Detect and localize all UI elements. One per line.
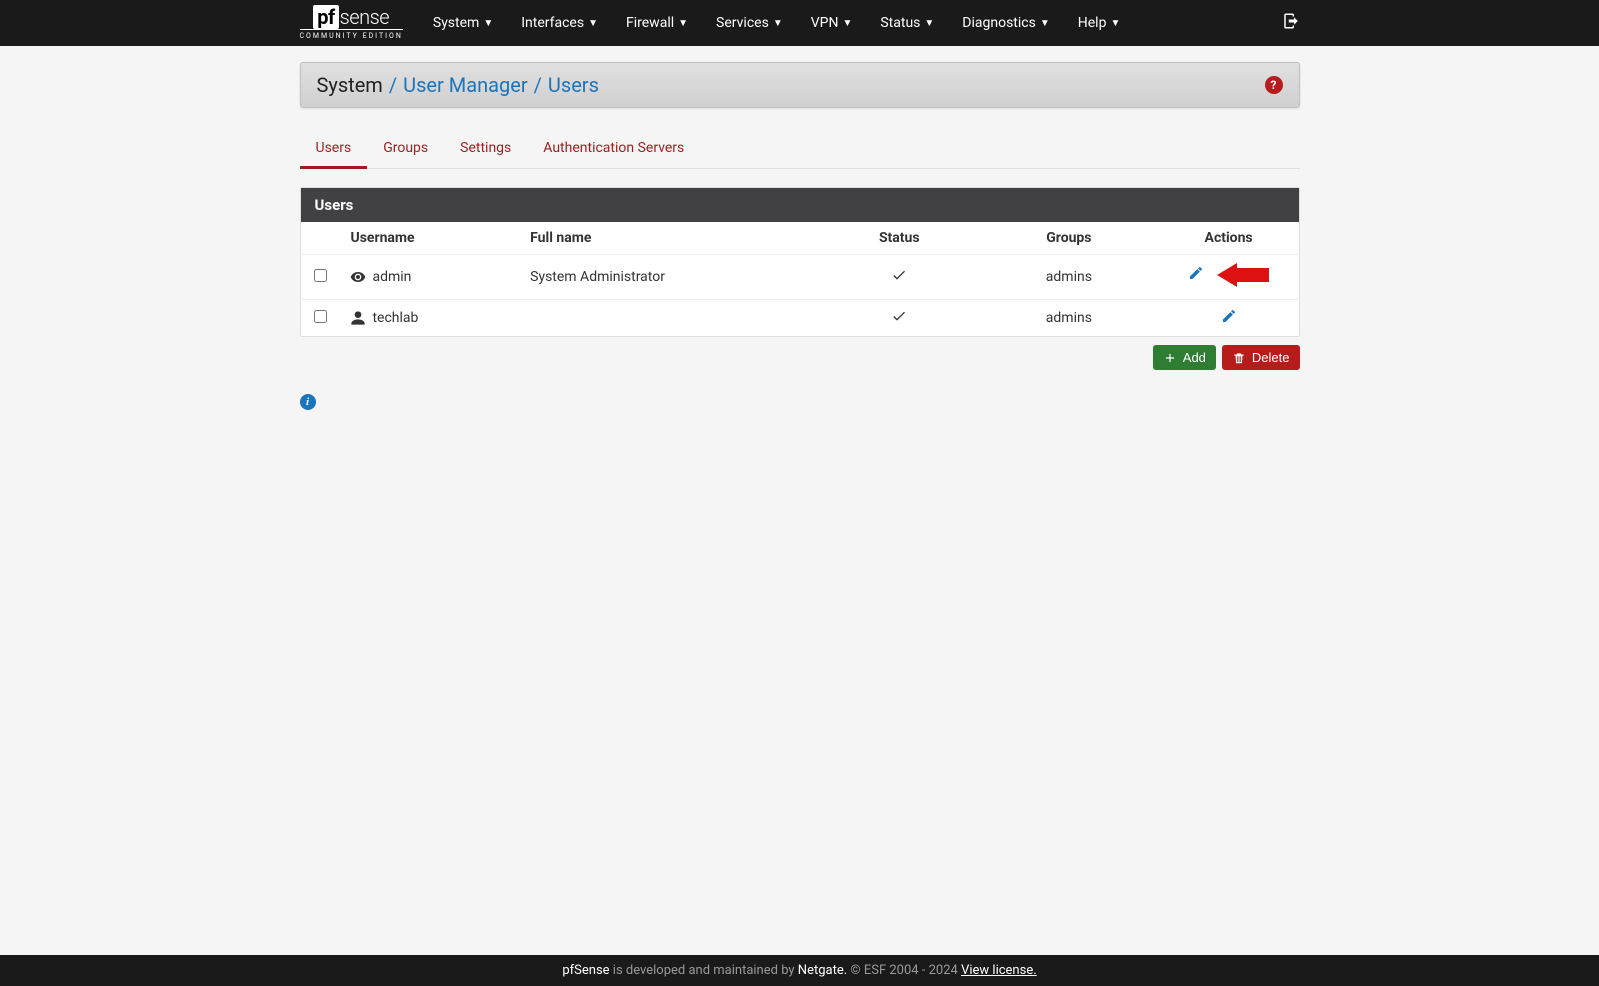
breadcrumb-users[interactable]: Users — [548, 73, 599, 97]
col-actions: Actions — [1159, 222, 1299, 255]
panel-header: Users — [301, 188, 1299, 222]
footer-brand: pfSense — [562, 963, 609, 978]
footer: pfSense is developed and maintained by N… — [0, 955, 1599, 986]
row-checkbox[interactable] — [314, 310, 327, 323]
help-icon[interactable]: ? — [1265, 76, 1283, 94]
main-container: System / User Manager / Users ? Users Gr… — [300, 46, 1300, 426]
add-label: Add — [1183, 350, 1206, 365]
username-cell: admin — [350, 269, 510, 285]
col-groups: Groups — [979, 222, 1159, 255]
table-header-row: Username Full name Status Groups Actions — [301, 222, 1299, 255]
tab-groups[interactable]: Groups — [367, 130, 444, 168]
check-icon — [891, 267, 907, 283]
edit-icon[interactable] — [1188, 265, 1204, 281]
add-button[interactable]: Add — [1153, 345, 1216, 370]
logo-brand: sense — [340, 5, 389, 29]
breadcrumb-panel: System / User Manager / Users ? — [300, 62, 1300, 108]
logo-subtitle: COMMUNITY EDITION — [300, 29, 403, 40]
nav-right — [1282, 12, 1300, 34]
breadcrumb-sep: / — [389, 73, 397, 97]
nav-item-system[interactable]: System▼ — [419, 0, 507, 46]
row-checkbox[interactable] — [314, 269, 327, 282]
edit-icon[interactable] — [1221, 308, 1237, 324]
trash-icon — [1232, 351, 1246, 365]
user-icon — [350, 310, 366, 326]
breadcrumb-sep: / — [534, 73, 542, 97]
footer-text2: © ESF 2004 - 2024 — [847, 963, 961, 978]
delete-button[interactable]: Delete — [1222, 345, 1300, 370]
breadcrumb-user-manager[interactable]: User Manager — [403, 73, 528, 97]
nav-item-services[interactable]: Services▼ — [702, 0, 797, 46]
tabs: Users Groups Settings Authentication Ser… — [300, 130, 1300, 169]
users-panel: Users Username Full name Status Groups A… — [300, 187, 1300, 337]
col-fullname: Full name — [520, 222, 819, 255]
caret-icon: ▼ — [588, 18, 598, 29]
logout-icon[interactable] — [1282, 12, 1300, 34]
logo-main: pfsense — [313, 7, 389, 27]
username-cell: techlab — [350, 310, 510, 326]
info-icon[interactable]: i — [300, 394, 316, 410]
red-arrow-annotation — [1217, 263, 1269, 291]
logo[interactable]: pfsense COMMUNITY EDITION — [300, 5, 403, 42]
footer-netgate[interactable]: Netgate. — [798, 963, 847, 978]
nav-menu: System▼ Interfaces▼ Firewall▼ Services▼ … — [419, 0, 1282, 46]
caret-icon: ▼ — [678, 18, 688, 29]
groups-cell: admins — [979, 300, 1159, 337]
breadcrumb-system[interactable]: System — [317, 73, 383, 97]
caret-icon: ▼ — [1110, 18, 1120, 29]
col-check — [301, 222, 341, 255]
tab-users[interactable]: Users — [300, 130, 368, 169]
caret-icon: ▼ — [483, 18, 493, 29]
nav-item-firewall[interactable]: Firewall▼ — [612, 0, 702, 46]
fullname-cell: System Administrator — [520, 255, 819, 300]
fullname-cell — [520, 300, 819, 337]
navbar: pfsense COMMUNITY EDITION System▼ Interf… — [0, 0, 1599, 46]
caret-icon: ▼ — [924, 18, 934, 29]
col-status: Status — [819, 222, 979, 255]
delete-label: Delete — [1252, 350, 1290, 365]
table-body: admin System Administrator admins — [301, 255, 1299, 337]
action-bar: Add Delete — [300, 345, 1300, 370]
nav-item-status[interactable]: Status▼ — [866, 0, 948, 46]
logo-prefix: pf — [313, 5, 338, 29]
caret-icon: ▼ — [1040, 18, 1050, 29]
caret-icon: ▼ — [842, 18, 852, 29]
caret-icon: ▼ — [773, 18, 783, 29]
tab-settings[interactable]: Settings — [444, 130, 527, 168]
table-row: techlab admins — [301, 300, 1299, 337]
col-username: Username — [340, 222, 520, 255]
tab-authentication-servers[interactable]: Authentication Servers — [527, 130, 700, 168]
breadcrumb: System / User Manager / Users — [317, 73, 599, 97]
eye-icon — [350, 269, 366, 285]
nav-item-diagnostics[interactable]: Diagnostics▼ — [948, 0, 1063, 46]
username-text: techlab — [372, 310, 418, 326]
username-text: admin — [372, 269, 411, 285]
plus-icon — [1163, 351, 1177, 365]
nav-item-help[interactable]: Help▼ — [1064, 0, 1135, 46]
footer-text1: is developed and maintained by — [610, 963, 798, 978]
table-row: admin System Administrator admins — [301, 255, 1299, 300]
nav-item-vpn[interactable]: VPN▼ — [797, 0, 867, 46]
check-icon — [891, 308, 907, 324]
users-table: Username Full name Status Groups Actions — [301, 222, 1299, 336]
footer-license[interactable]: View license. — [961, 963, 1037, 978]
groups-cell: admins — [979, 255, 1159, 300]
nav-item-interfaces[interactable]: Interfaces▼ — [507, 0, 612, 46]
navbar-inner: pfsense COMMUNITY EDITION System▼ Interf… — [300, 0, 1300, 46]
